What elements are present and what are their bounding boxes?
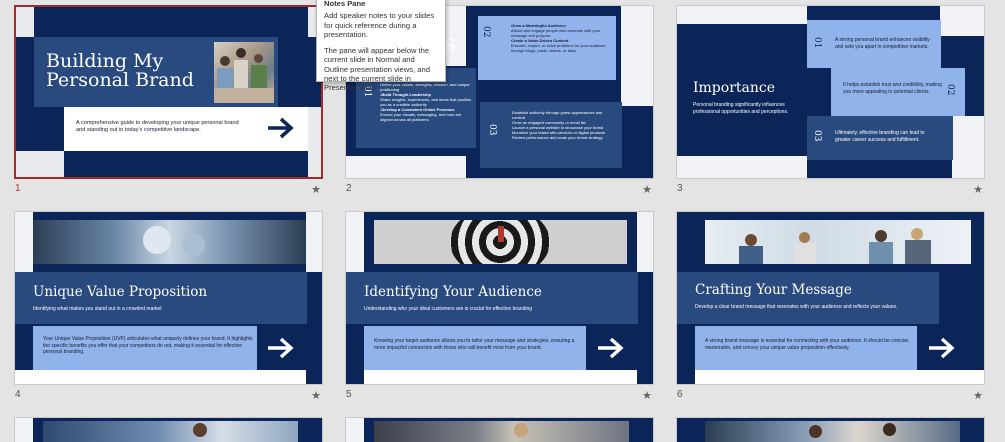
slide-3-item-1-text: A strong personal brand enhances visibil…	[835, 37, 930, 50]
arrow-right-icon	[598, 337, 624, 359]
slide-number: 5	[346, 389, 352, 400]
slide-4-title: Unique Value Proposition	[33, 284, 208, 300]
slide-6-body: A strong brand message is essential for …	[705, 338, 910, 351]
slide-2-block-2-num: 02	[481, 26, 491, 38]
tooltip-line-2: The pane will appear below the current s…	[324, 46, 430, 92]
slide-number: 3	[677, 183, 683, 194]
slide-5-body: Knowing your target audience allows you …	[374, 338, 575, 351]
slide-3-item-2-num: 02	[945, 84, 955, 96]
slide-7-photo	[43, 421, 298, 442]
slide-4-canvas[interactable]: Unique Value Proposition Identifying wha…	[14, 211, 323, 385]
tooltip-title: Notes Pane	[324, 0, 366, 8]
transition-star-icon[interactable]: ★	[973, 183, 983, 196]
slide-3-item-2-text: It helps establish trust and credibility…	[843, 82, 942, 95]
arrow-right-icon	[268, 117, 294, 139]
slide-5-canvas[interactable]: Identifying Your Audience Understanding …	[345, 211, 654, 385]
transition-star-icon[interactable]: ★	[642, 389, 652, 402]
slide-number: 6	[677, 389, 683, 400]
slide-number: 2	[346, 183, 352, 194]
slide-6-meeting-photo	[705, 220, 971, 264]
slide-number: 1	[15, 183, 21, 194]
transition-star-icon[interactable]: ★	[311, 389, 321, 402]
slide-1-canvas[interactable]: Building My Personal Brand A comprehensi…	[14, 5, 323, 179]
arrow-right-icon	[268, 337, 294, 359]
slide-1-title: Building My Personal Brand	[46, 50, 194, 91]
slide-1-team-photo	[214, 42, 274, 103]
slide-6-title: Crafting Your Message	[695, 282, 852, 298]
slide-2-block-2-text: Grow a Meaningful Audience Attract and e…	[511, 23, 606, 53]
slide-9-photo	[705, 421, 960, 442]
transition-star-icon[interactable]: ★	[311, 183, 321, 196]
slide-5-title: Identifying Your Audience	[364, 284, 542, 300]
slide-4-body: Your Unique Value Proposition (UVP) arti…	[43, 336, 253, 355]
slide-8-photo	[374, 421, 629, 442]
slide-sorter: Building My Personal Brand A comprehensi…	[0, 0, 1005, 442]
slide-8-canvas[interactable]	[345, 417, 654, 442]
slide-7-canvas[interactable]	[14, 417, 323, 442]
slide-3-item-3-text: Ultimately, effective branding can lead …	[835, 130, 925, 143]
slide-5-target-photo	[374, 220, 627, 264]
notes-pane-tooltip: Notes Pane Add speaker notes to your sli…	[316, 0, 446, 92]
slide-4-subtitle: Identifying what makes you stand out in …	[33, 306, 162, 312]
slide-6-canvas[interactable]: Crafting Your Message Develop a clear br…	[676, 211, 985, 385]
slide-2-block-3-num: 03	[487, 124, 497, 136]
slide-3-title: Importance	[693, 80, 776, 96]
slide-1-subtitle: A comprehensive guide to developing your…	[76, 120, 239, 134]
slide-9-canvas[interactable]	[676, 417, 985, 442]
slide-3-canvas[interactable]: Importance Personal branding significant…	[676, 5, 985, 179]
transition-star-icon[interactable]: ★	[973, 389, 983, 402]
slide-6-subtitle: Develop a clear brand message that reson…	[695, 304, 898, 310]
tooltip-line-1: Add speaker notes to your slides for qui…	[324, 11, 435, 39]
slide-2-block-3-text: Establish authority through guest appear…	[512, 110, 606, 140]
slide-3-item-1-num: 01	[812, 37, 822, 49]
slide-4-puzzle-photo	[33, 220, 306, 264]
transition-star-icon[interactable]: ★	[642, 183, 652, 196]
slide-3-item-3-num: 03	[812, 130, 822, 142]
slide-number: 4	[15, 389, 21, 400]
slide-3-subtitle: Personal branding significantly influenc…	[693, 102, 789, 115]
slide-5-subtitle: Understanding who your ideal customers a…	[364, 306, 533, 312]
arrow-right-icon	[929, 337, 955, 359]
